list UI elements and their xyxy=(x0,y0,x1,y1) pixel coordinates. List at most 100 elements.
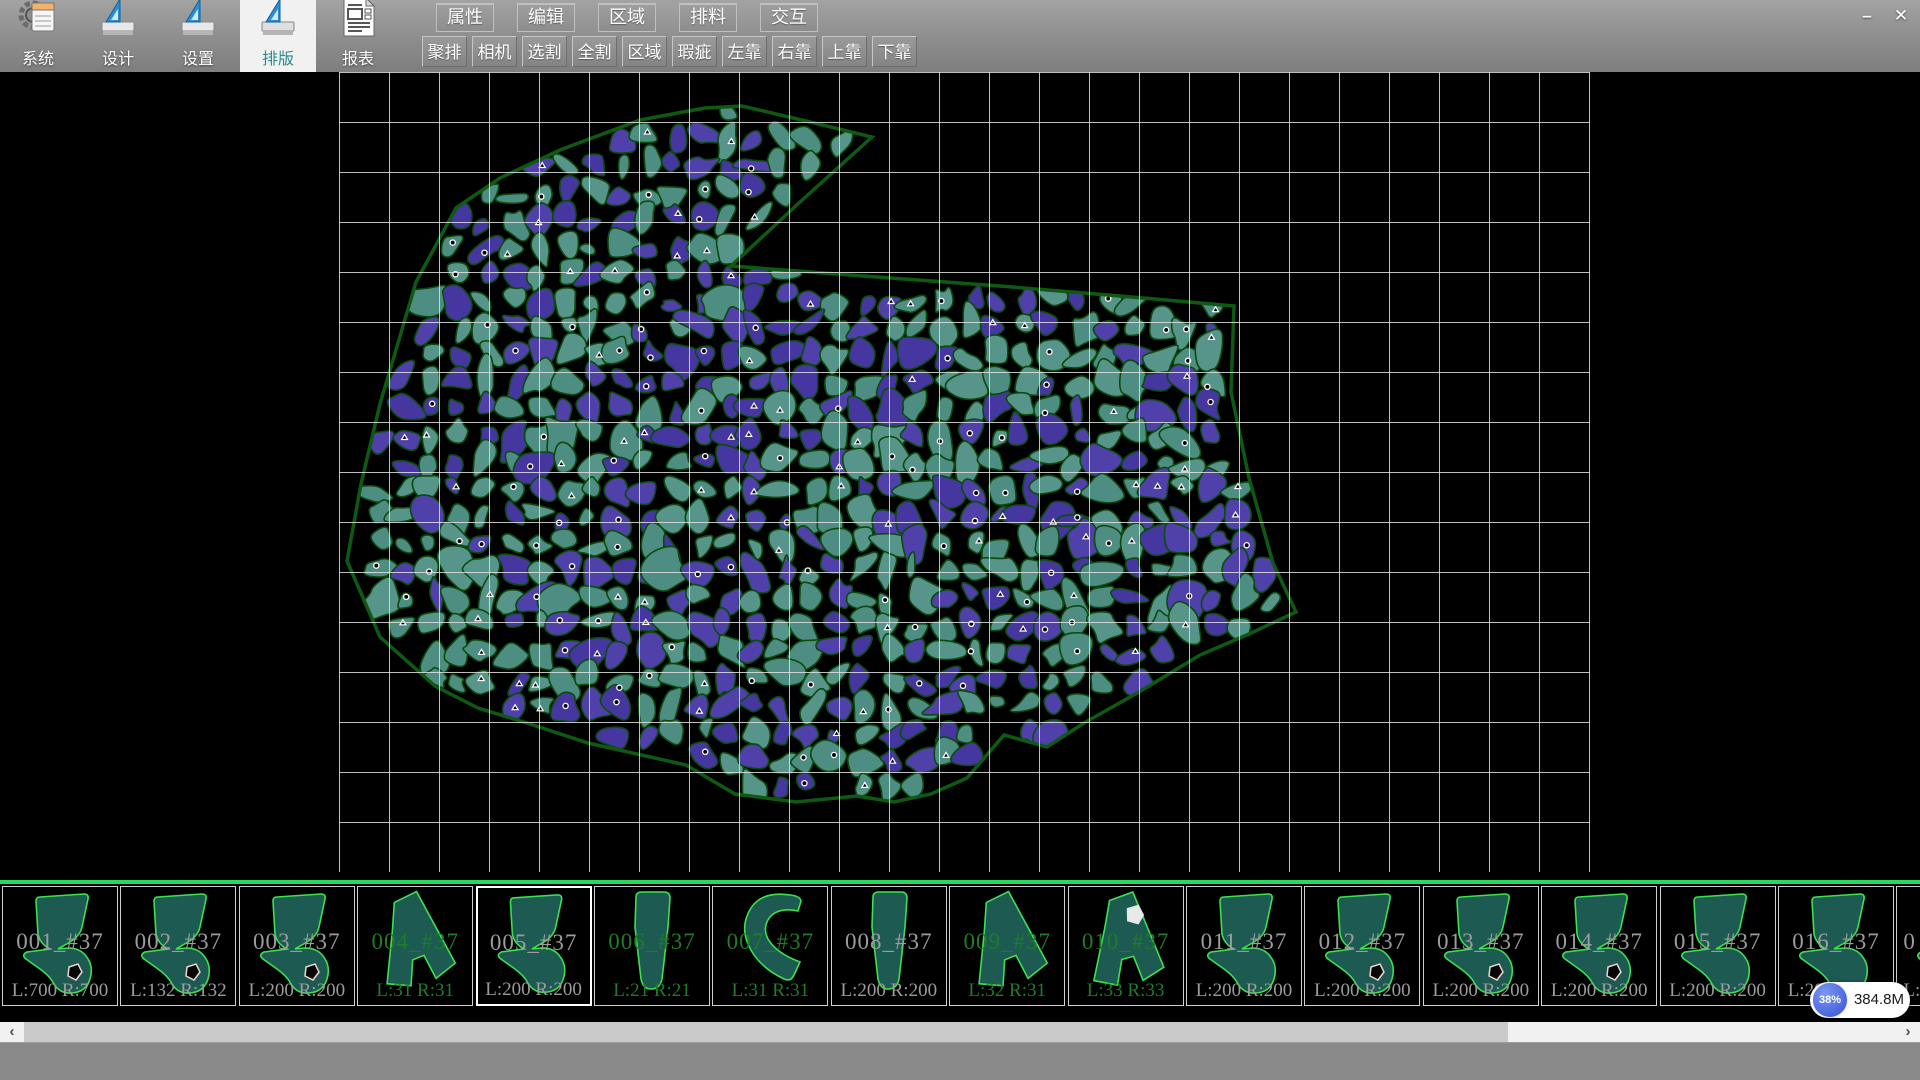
part-id-label: 006_#37 xyxy=(595,929,709,955)
part-id-marker xyxy=(917,681,922,686)
nested-part[interactable] xyxy=(422,366,439,395)
part-thumbnail-5[interactable]: .pp{fill:#1d5a52;stroke:#3be24e;stroke-w… xyxy=(476,886,592,1006)
horizontal-scrollbar[interactable]: ‹ › xyxy=(0,1022,1920,1042)
part-id-marker xyxy=(836,406,841,411)
nested-part[interactable] xyxy=(1001,505,1036,524)
nested-part[interactable] xyxy=(1225,499,1251,530)
part-thumbnail-11[interactable]: .pp{fill:#1d5a52;stroke:#3be24e;stroke-w… xyxy=(1186,886,1302,1006)
part-thumbnail-2[interactable]: .pp{fill:#1d5a52;stroke:#3be24e;stroke-w… xyxy=(120,886,236,1006)
nested-part[interactable] xyxy=(555,288,576,319)
nested-part[interactable] xyxy=(746,613,766,642)
part-lr-count: L:200 R:200 xyxy=(240,980,354,1002)
part-id-marker xyxy=(808,682,813,687)
part-id-label: 010_#37 xyxy=(1069,929,1183,955)
nested-part[interactable] xyxy=(695,424,711,445)
tool-button-1[interactable]: 聚排 xyxy=(422,36,467,67)
part-thumbnail-9[interactable]: .pp{fill:#6d0f10;stroke:#ea1c17;stroke-w… xyxy=(949,886,1065,1006)
part-id-marker xyxy=(699,408,704,413)
tool-button-6[interactable]: 瑕疵 xyxy=(672,36,717,67)
part-thumbnail-15[interactable]: .pp{fill:#1d5a52;stroke:#3be24e;stroke-w… xyxy=(1660,886,1776,1006)
mode-button-1[interactable]: 系统 xyxy=(0,0,76,72)
tool-button-9[interactable]: 上靠 xyxy=(822,36,867,67)
nested-part[interactable] xyxy=(799,450,830,468)
memory-amount-label: 384.8M xyxy=(1852,982,1906,1018)
tool-button-2[interactable]: 相机 xyxy=(472,36,517,67)
part-lr-count: L:31 R:31 xyxy=(713,980,827,1002)
part-lr-count: L:31 R:31 xyxy=(358,980,472,1002)
mode-button-5[interactable]: 报表 xyxy=(320,0,396,72)
menu-tab-5[interactable]: 交互 xyxy=(760,3,818,32)
part-id-marker xyxy=(614,700,619,705)
part-id-marker xyxy=(453,272,458,277)
tool-button-3[interactable]: 选割 xyxy=(522,36,567,67)
menu-tab-4[interactable]: 排料 xyxy=(679,3,737,32)
part-thumbnail-8[interactable]: .pp{fill:#1d5a52;stroke:#3be24e;stroke-w… xyxy=(831,886,947,1006)
nested-part[interactable] xyxy=(720,100,737,121)
nested-part[interactable] xyxy=(496,193,529,203)
part-id-marker xyxy=(1182,440,1187,445)
mode-button-label: 设置 xyxy=(182,45,214,69)
part-id-marker xyxy=(617,685,622,690)
nested-part[interactable] xyxy=(821,411,848,451)
part-id-marker xyxy=(562,648,567,653)
part-id-marker xyxy=(479,542,484,547)
menu-tab-2[interactable]: 编辑 xyxy=(517,3,575,32)
minimize-button[interactable]: – xyxy=(1852,2,1882,29)
part-id-marker xyxy=(1184,327,1189,332)
part-id-label: 003_#37 xyxy=(240,929,354,955)
mode-button-4[interactable]: 排版 xyxy=(240,0,316,72)
part-id-marker xyxy=(648,355,653,360)
part-lr-count: L:32 R:31 xyxy=(950,980,1064,1002)
scroll-left-arrow[interactable]: ‹ xyxy=(0,1022,24,1042)
part-id-marker xyxy=(802,781,807,786)
tool-button-7[interactable]: 左靠 xyxy=(722,36,767,67)
scroll-right-arrow[interactable]: › xyxy=(1896,1022,1920,1042)
part-id-label: 013_#37 xyxy=(1424,929,1538,955)
status-bar xyxy=(0,1042,1920,1080)
mode-button-3[interactable]: 设置 xyxy=(160,0,236,72)
nested-part[interactable] xyxy=(985,335,1008,364)
nested-part[interactable] xyxy=(1088,586,1115,608)
scrollbar-thumb[interactable] xyxy=(24,1022,1508,1042)
close-button[interactable]: ✕ xyxy=(1886,2,1916,29)
mode-button-label: 系统 xyxy=(22,45,54,69)
part-id-marker xyxy=(450,240,455,245)
nested-part[interactable] xyxy=(1070,395,1082,425)
part-id-marker xyxy=(968,649,973,654)
part-thumbnail-3[interactable]: .pp{fill:#1d5a52;stroke:#3be24e;stroke-w… xyxy=(239,886,355,1006)
part-thumbnail-1[interactable]: .pp{fill:#1d5a52;stroke:#3be24e;stroke-w… xyxy=(2,886,118,1006)
part-id-label: 002_#37 xyxy=(121,929,235,955)
menu-tab-1[interactable]: 属性 xyxy=(436,3,494,32)
mode-button-label: 报表 xyxy=(342,45,374,69)
part-id-marker xyxy=(669,645,674,650)
tool-button-10[interactable]: 下靠 xyxy=(872,36,917,67)
part-thumbnail-4[interactable]: .pp{fill:#6d0f10;stroke:#ea1c17;stroke-w… xyxy=(357,886,473,1006)
part-id-marker xyxy=(1003,490,1008,495)
nested-part[interactable] xyxy=(505,613,523,627)
nested-part[interactable] xyxy=(989,476,1016,506)
part-id-marker xyxy=(1047,349,1052,354)
part-thumbnail-13[interactable]: .pp{fill:#1d5a52;stroke:#3be24e;stroke-w… xyxy=(1423,886,1539,1006)
part-thumbnail-12[interactable]: .pp{fill:#1d5a52;stroke:#3be24e;stroke-w… xyxy=(1304,886,1420,1006)
part-id-marker xyxy=(557,520,562,525)
nested-part[interactable] xyxy=(451,203,472,229)
part-id-marker xyxy=(374,563,379,568)
mode-button-2[interactable]: 设计 xyxy=(80,0,156,72)
part-id-marker xyxy=(596,618,601,623)
nested-part[interactable] xyxy=(986,643,1005,664)
tool-button-8[interactable]: 右靠 xyxy=(772,36,817,67)
nested-part[interactable] xyxy=(937,397,953,421)
tool-button-4[interactable]: 全割 xyxy=(572,36,617,67)
part-thumbnail-6[interactable]: .pp{fill:#6d0f10;stroke:#ea1c17;stroke-w… xyxy=(594,886,710,1006)
part-thumbnail-7[interactable]: .pp{fill:#6d0f10;stroke:#ea1c17;stroke-w… xyxy=(712,886,828,1006)
part-thumbnail-10[interactable]: .pp{fill:#6d0f10;stroke:#ea1c17;stroke-w… xyxy=(1068,886,1184,1006)
leather-hide-nest[interactable] xyxy=(0,72,1920,880)
part-lr-count: L:132 R:132 xyxy=(121,980,235,1002)
menu-tab-3[interactable]: 区域 xyxy=(598,3,656,32)
part-thumbnail-14[interactable]: .pp{fill:#1d5a52;stroke:#3be24e;stroke-w… xyxy=(1541,886,1657,1006)
nested-part[interactable] xyxy=(670,124,687,153)
tool-button-5[interactable]: 区域 xyxy=(622,36,667,67)
part-id-marker xyxy=(1187,593,1192,598)
nested-part[interactable] xyxy=(989,696,1004,707)
part-id-marker xyxy=(890,454,895,459)
